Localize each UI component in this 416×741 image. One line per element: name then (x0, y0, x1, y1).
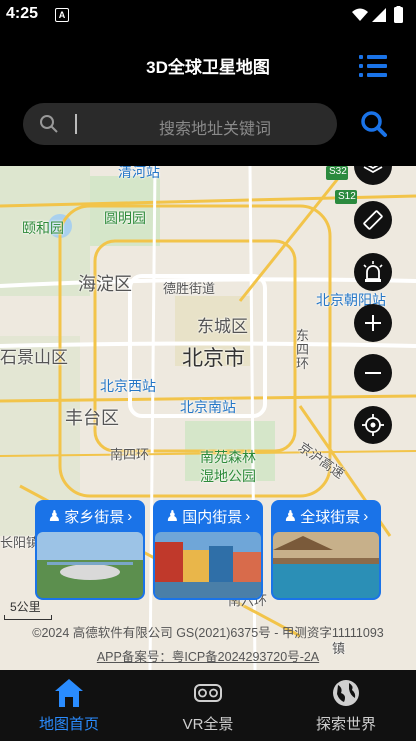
tab-label: VR全景 (182, 716, 234, 733)
crosshair-icon (362, 414, 384, 436)
globe-icon (333, 680, 359, 706)
locate-button[interactable] (354, 406, 392, 444)
map-label-beijing-city: 北京市 (182, 347, 245, 370)
tab-map-home[interactable]: 地图首页 (9, 670, 129, 741)
map-label-wetland-park[interactable]: 湿地公园 (200, 466, 256, 486)
layers-icon (363, 166, 383, 174)
icp-link[interactable]: APP备案号：粤ICP备2024293720号-2A (0, 646, 416, 665)
map-label-changyang: 长阳镇 (0, 535, 40, 550)
ruler-button[interactable] (354, 201, 392, 239)
plus-icon (365, 315, 381, 331)
road-s12: S12 (338, 191, 356, 202)
map-label-qinghe[interactable]: 清河站 (118, 166, 160, 182)
ruler-icon (363, 210, 383, 230)
copyright-text: ©2024 高德软件有限公司 GS(2021)6375号 - 甲测资字11111… (32, 626, 384, 640)
chevron-right-icon: › (363, 507, 369, 525)
tab-label: 探索世界 (315, 716, 376, 733)
chevron-right-icon: › (245, 507, 251, 525)
card-label: 全球街景 (300, 508, 361, 526)
notification-icon: A (55, 8, 69, 22)
chevron-right-icon: › (127, 507, 133, 525)
search-placeholder: 搜索地址关键词 (158, 121, 271, 138)
card-label: 国内街景 (182, 508, 243, 526)
card-image (273, 532, 379, 598)
tab-vr[interactable]: VR全景 (148, 670, 268, 741)
home-icon (55, 679, 83, 707)
alarm-light-icon (363, 261, 383, 282)
search-button[interactable] (360, 110, 388, 143)
list-menu-icon (359, 55, 387, 77)
wifi-signal-battery-icon (352, 6, 403, 23)
light-button[interactable] (354, 253, 392, 291)
map-label-beijing-west[interactable]: 北京西站 (100, 376, 156, 396)
tab-explore[interactable]: 探索世界 (286, 670, 406, 741)
card-domestic-streetview[interactable]: ♟ 国内街景 › (153, 500, 263, 600)
page-title: 3D全球卫星地图 (146, 58, 270, 77)
zoom-in-button[interactable] (354, 304, 392, 342)
card-global-streetview[interactable]: ♟ 全球街景 › (271, 500, 381, 600)
search-bar: 搜索地址关键词 (0, 100, 416, 166)
zoom-out-button[interactable] (354, 354, 392, 392)
map-label-yuanmingyuan[interactable]: 圆明园 (104, 208, 146, 228)
vr-headset-icon (194, 684, 222, 702)
person-icon: ♟ (283, 508, 298, 525)
map-label-yiheyuan[interactable]: 颐和园 (22, 218, 64, 238)
map-label-dongcheng: 东城区 (197, 317, 248, 336)
map-label-nanyuan-forest[interactable]: 南苑森林 (200, 447, 256, 467)
status-icons (350, 6, 410, 29)
map-label-beijing-south[interactable]: 北京南站 (180, 397, 236, 417)
status-bar: 4:25 A (0, 0, 416, 30)
map-label-dongsihuan: 东四环 (296, 328, 310, 371)
app-header: 3D全球卫星地图 (0, 30, 416, 100)
person-icon: ♟ (165, 508, 180, 525)
map-label-fengtai: 丰台区 (65, 408, 119, 428)
map-view[interactable]: S32 S12 清河站 颐和园 圆明园 海淀区 德胜街道 北京朝阳站 东城区 石… (0, 166, 416, 670)
search-icon (39, 114, 59, 139)
map-scale-bar (4, 615, 52, 620)
person-icon: ♟ (47, 508, 62, 525)
tab-label: 地图首页 (38, 716, 99, 733)
card-image (37, 532, 143, 598)
search-input[interactable]: 搜索地址关键词 (23, 103, 337, 145)
map-label-deshengjie: 德胜街道 (163, 281, 216, 296)
map-label-haidian: 海淀区 (78, 274, 132, 294)
menu-button[interactable] (358, 52, 388, 80)
text-cursor (75, 114, 77, 134)
map-label-shijingshan: 石景山区 (0, 348, 68, 367)
bottom-tab-bar: 地图首页 VR全景 探索世界 (0, 670, 416, 741)
card-image (155, 532, 261, 598)
map-label-nansihuan: 南四环 (110, 447, 150, 462)
search-icon (361, 111, 387, 137)
road-s32: S32 (329, 166, 347, 177)
map-scale: 5公里 (10, 600, 41, 614)
status-time: 4:25 (6, 5, 39, 22)
card-hometown-streetview[interactable]: ♟ 家乡街景 › (35, 500, 145, 600)
minus-icon (365, 372, 381, 374)
card-label: 家乡街景 (64, 508, 125, 526)
